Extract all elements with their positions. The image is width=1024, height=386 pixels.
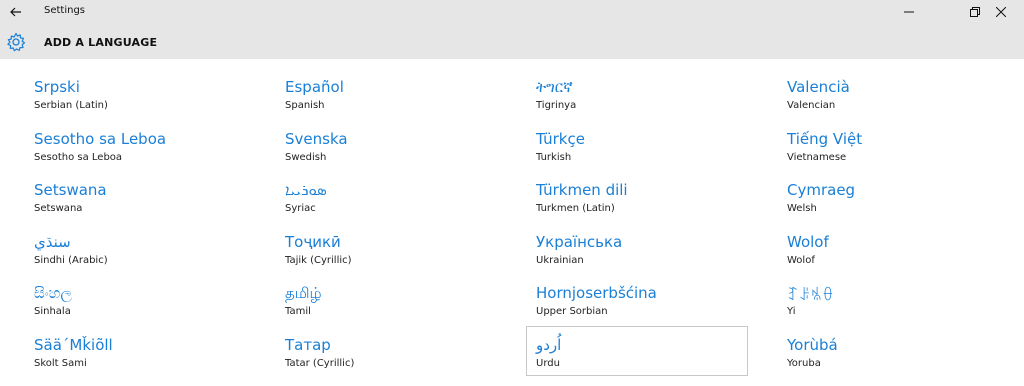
language-item[interactable]: தமிழ் Tamil	[276, 284, 496, 334]
language-english-name: Urdu	[536, 358, 560, 369]
title-bar: Settings	[0, 0, 1024, 24]
language-item[interactable]: Setswana Setswana	[25, 181, 245, 231]
language-native-name: Sesotho sa Leboa	[34, 130, 167, 148]
back-arrow-icon	[10, 7, 21, 17]
language-native-name: தமிழ்	[285, 284, 322, 302]
close-button[interactable]	[978, 0, 1024, 24]
language-item[interactable]: Татар Tatar (Cyrillic)	[276, 336, 496, 386]
language-english-name: Spanish	[285, 100, 325, 111]
language-native-name: Tiếng Việt	[787, 130, 863, 148]
language-item[interactable]: ܣܘܪܝܝܐ Syriac	[276, 181, 496, 231]
language-english-name: Swedish	[285, 152, 327, 163]
back-button[interactable]	[0, 0, 32, 24]
close-icon	[996, 7, 1006, 17]
language-english-name: Sinhala	[34, 306, 71, 317]
language-native-name: Valencià	[787, 78, 850, 96]
language-english-name: Ukrainian	[536, 255, 584, 266]
language-english-name: Sesotho sa Leboa	[34, 152, 123, 163]
language-item[interactable]: Sesotho sa Leboa Sesotho sa Leboa	[25, 130, 245, 180]
language-grid: Srpski Serbian (Latin) Sesotho sa Leboa …	[0, 59, 1024, 377]
language-native-name: Sää´Mǩiõll	[34, 336, 113, 354]
page-header: ADD A LANGUAGE	[0, 24, 1024, 59]
language-english-name: Yi	[787, 306, 796, 317]
language-item[interactable]: Wolof Wolof	[778, 233, 998, 283]
language-native-name: سنڌي	[34, 233, 71, 251]
language-native-name: Setswana	[34, 181, 107, 199]
minimize-icon	[904, 11, 914, 13]
language-english-name: Syriac	[285, 203, 316, 214]
page-title: ADD A LANGUAGE	[44, 36, 158, 49]
language-english-name: Skolt Sami	[34, 358, 87, 369]
language-item[interactable]: Українська Ukrainian	[527, 233, 747, 283]
language-item[interactable]: Тоҷикӣ Tajik (Cyrillic)	[276, 233, 496, 283]
language-english-name: Serbian (Latin)	[34, 100, 108, 111]
language-native-name: Yorùbá	[787, 336, 838, 354]
language-item[interactable]: Sää´Mǩiõll Skolt Sami	[25, 336, 245, 386]
language-item[interactable]: සිංහල Sinhala	[25, 284, 245, 334]
language-english-name: Tamil	[285, 306, 311, 317]
minimize-button[interactable]	[886, 0, 932, 24]
language-english-name: Setswana	[34, 203, 83, 214]
language-item[interactable]: سنڌي Sindhi (Arabic)	[25, 233, 245, 283]
language-item[interactable]: Cymraeg Welsh	[778, 181, 998, 231]
language-item-selected[interactable]: اُردو Urdu	[526, 326, 748, 376]
language-native-name: ትግርኛ	[536, 78, 573, 96]
language-native-name: Srpski	[34, 78, 80, 96]
language-native-name: Español	[285, 78, 344, 96]
language-native-name: اُردو	[536, 336, 562, 354]
language-english-name: Tatar (Cyrillic)	[285, 358, 355, 369]
language-native-name: ꆈꌠꁱꂷ	[787, 286, 834, 304]
language-item[interactable]: Yorùbá Yoruba	[778, 336, 998, 386]
language-english-name: Turkish	[536, 152, 572, 163]
language-item[interactable]: Türkçe Turkish	[527, 130, 747, 180]
language-item[interactable]: ꆈꌠꁱꂷ Yi	[778, 284, 998, 334]
language-item[interactable]: Srpski Serbian (Latin)	[25, 78, 245, 128]
language-english-name: Turkmen (Latin)	[536, 203, 615, 214]
language-native-name: Тоҷикӣ	[285, 233, 341, 251]
gear-icon	[7, 32, 26, 52]
language-item[interactable]: Svenska Swedish	[276, 130, 496, 180]
language-native-name: Türkmen dili	[536, 181, 628, 199]
language-item[interactable]: ትግርኛ Tigrinya	[527, 78, 747, 128]
language-native-name: Cymraeg	[787, 181, 856, 199]
language-native-name: ܣܘܪܝܝܐ	[285, 181, 327, 199]
language-item[interactable]: Tiếng Việt Vietnamese	[778, 130, 998, 180]
language-english-name: Tigrinya	[536, 100, 577, 111]
language-item[interactable]: Türkmen dili Turkmen (Latin)	[527, 181, 747, 231]
language-native-name: Українська	[536, 233, 623, 251]
window-title: Settings	[44, 5, 86, 16]
language-native-name: Татар	[285, 336, 331, 354]
language-native-name: Wolof	[787, 233, 829, 251]
language-native-name: Svenska	[285, 130, 348, 148]
language-english-name: Yoruba	[787, 358, 821, 369]
language-english-name: Wolof	[787, 255, 815, 266]
language-english-name: Valencian	[787, 100, 836, 111]
language-english-name: Tajik (Cyrillic)	[285, 255, 352, 266]
language-english-name: Vietnamese	[787, 152, 847, 163]
language-item[interactable]: Valencià Valencian	[778, 78, 998, 128]
language-english-name: Sindhi (Arabic)	[34, 255, 108, 266]
language-english-name: Welsh	[787, 203, 817, 214]
language-native-name: සිංහල	[34, 284, 72, 302]
language-item[interactable]: Español Spanish	[276, 78, 496, 128]
language-native-name: Hornjoserbšćina	[536, 284, 657, 302]
language-native-name: Türkçe	[536, 130, 585, 148]
language-english-name: Upper Sorbian	[536, 306, 608, 317]
